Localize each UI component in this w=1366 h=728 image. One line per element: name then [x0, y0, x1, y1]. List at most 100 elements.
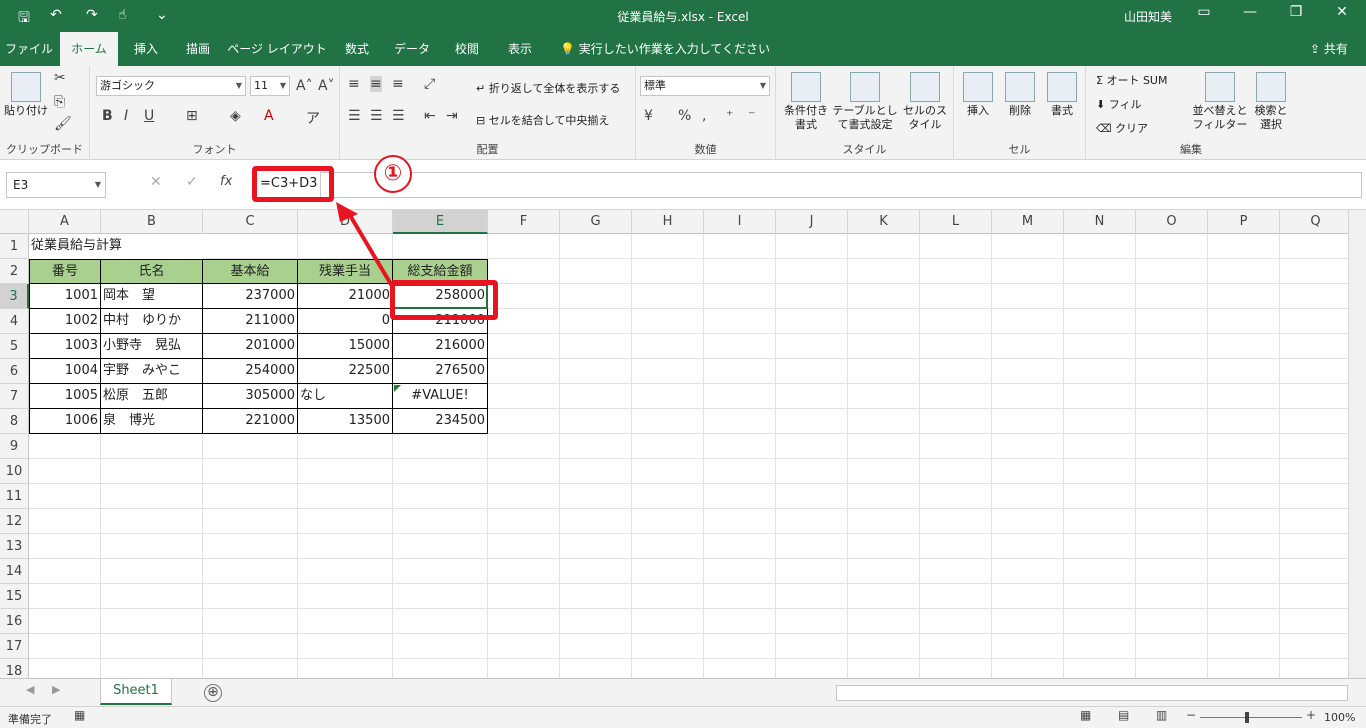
grid-cell[interactable] [29, 484, 101, 509]
grid-cell[interactable] [776, 359, 848, 384]
grid-cell[interactable] [704, 559, 776, 584]
grid-cell[interactable] [1136, 459, 1208, 484]
grid-cell[interactable] [848, 559, 920, 584]
clear-button[interactable]: ⌫ クリア [1096, 120, 1148, 136]
grid-cell[interactable] [992, 409, 1064, 434]
grid-cell[interactable] [992, 359, 1064, 384]
grid-cell[interactable] [29, 584, 101, 609]
table-cell[interactable]: 1001 [29, 284, 101, 309]
tab-file[interactable]: ファイル [0, 32, 58, 66]
grid-cell[interactable] [632, 609, 704, 634]
grid-cell[interactable] [560, 334, 632, 359]
grid-cell[interactable] [1208, 534, 1280, 559]
tab-draw[interactable]: 描画 [174, 32, 222, 66]
font-color-icon[interactable]: A [264, 108, 274, 124]
grid-cell[interactable] [1280, 409, 1352, 434]
find-select-button[interactable]: 検索と選択 [1250, 72, 1292, 132]
grid-cell[interactable] [101, 534, 203, 559]
column-header-n[interactable]: N [1064, 210, 1136, 234]
grid-cell[interactable] [101, 509, 203, 534]
grid-cell[interactable] [704, 634, 776, 659]
align-bottom-icon[interactable]: ≡ [392, 76, 404, 92]
grid-cell[interactable] [1136, 509, 1208, 534]
grid-cell[interactable] [393, 234, 488, 259]
table-cell[interactable]: 0 [298, 309, 393, 334]
grid-cell[interactable] [704, 534, 776, 559]
grid-cell[interactable] [488, 259, 560, 284]
merge-center-button[interactable]: ⊟ セルを結合して中央揃え [476, 112, 609, 128]
grid-cell[interactable] [203, 509, 298, 534]
grid-cell[interactable] [203, 459, 298, 484]
align-middle-icon[interactable]: ≡ [370, 76, 382, 92]
table-cell[interactable]: 211000 [203, 309, 298, 334]
grid-cell[interactable] [848, 334, 920, 359]
table-cell[interactable]: #VALUE! [393, 384, 488, 409]
border-icon[interactable]: ⊞ [186, 108, 198, 124]
grid-cell[interactable] [1136, 434, 1208, 459]
column-header-e[interactable]: E [393, 210, 488, 234]
table-cell[interactable]: 15000 [298, 334, 393, 359]
worksheet-grid[interactable]: ABCDEFGHIJKLMNOPQ 1 2 3 4 5 6 7 8 9 10 11 12 13 14 15 1… [0, 210, 1366, 678]
grid-cell[interactable] [1136, 259, 1208, 284]
table-cell[interactable]: 中村 ゆりか [101, 309, 203, 334]
column-header-f[interactable]: F [488, 210, 560, 234]
grid-cell[interactable] [488, 484, 560, 509]
decrease-decimal-icon[interactable]: ⁻ [748, 108, 755, 124]
grid-cell[interactable] [1280, 534, 1352, 559]
grid-cell[interactable] [488, 359, 560, 384]
table-cell[interactable]: 216000 [393, 334, 488, 359]
grid-cell[interactable] [704, 459, 776, 484]
zoom-slider-thumb[interactable] [1245, 712, 1249, 723]
tab-formulas[interactable]: 数式 [332, 32, 382, 66]
grid-cell[interactable] [1064, 334, 1136, 359]
tab-home[interactable]: ホーム [60, 32, 118, 66]
grid-cell[interactable] [1064, 659, 1136, 678]
insert-function-button[interactable]: fx [220, 174, 232, 189]
grid-cell[interactable] [920, 659, 992, 678]
grid-cell[interactable] [848, 634, 920, 659]
grid-cell[interactable] [776, 509, 848, 534]
grid-cell[interactable] [298, 609, 393, 634]
table-cell[interactable]: 305000 [203, 384, 298, 409]
grid-cell[interactable] [632, 334, 704, 359]
column-header-c[interactable]: C [203, 210, 298, 234]
grid-cell[interactable] [488, 634, 560, 659]
grid-cell[interactable] [632, 384, 704, 409]
cut-icon[interactable]: ✂ [54, 70, 66, 86]
tab-page-layout[interactable]: ページ レイアウト [224, 32, 330, 66]
grid-cell[interactable] [29, 459, 101, 484]
grid-cell[interactable] [632, 234, 704, 259]
column-header-a[interactable]: A [29, 210, 101, 234]
grid-cell[interactable] [776, 409, 848, 434]
grid-cell[interactable] [1136, 334, 1208, 359]
grid-cell[interactable] [1280, 634, 1352, 659]
grid-cell[interactable] [560, 559, 632, 584]
grid-cell[interactable] [848, 584, 920, 609]
grid-cell[interactable] [1136, 384, 1208, 409]
tab-insert[interactable]: 挿入 [120, 32, 172, 66]
grid-cell[interactable] [1208, 484, 1280, 509]
grid-cell[interactable] [632, 534, 704, 559]
grid-cell[interactable] [488, 559, 560, 584]
formula-input[interactable] [320, 172, 1362, 198]
grid-cell[interactable] [560, 409, 632, 434]
align-left-icon[interactable]: ☰ [348, 108, 361, 124]
grid-cell[interactable] [992, 334, 1064, 359]
grid-cell[interactable] [29, 659, 101, 678]
tab-review[interactable]: 校閲 [442, 32, 492, 66]
grid-cell[interactable] [776, 434, 848, 459]
sort-filter-button[interactable]: 並べ替えとフィルター [1192, 72, 1248, 132]
table-cell[interactable]: 276500 [393, 359, 488, 384]
grid-cell[interactable] [704, 334, 776, 359]
grid-cell[interactable] [704, 284, 776, 309]
table-cell[interactable]: 234500 [393, 409, 488, 434]
grid-cell[interactable] [1208, 384, 1280, 409]
grid-cell[interactable] [298, 234, 393, 259]
format-painter-icon[interactable]: 🖌 [54, 116, 72, 132]
grid-cell[interactable] [920, 359, 992, 384]
grid-cell[interactable] [992, 634, 1064, 659]
grid-cell[interactable] [992, 284, 1064, 309]
grid-cell[interactable] [101, 584, 203, 609]
grid-cell[interactable] [29, 534, 101, 559]
grid-cell[interactable] [992, 659, 1064, 678]
